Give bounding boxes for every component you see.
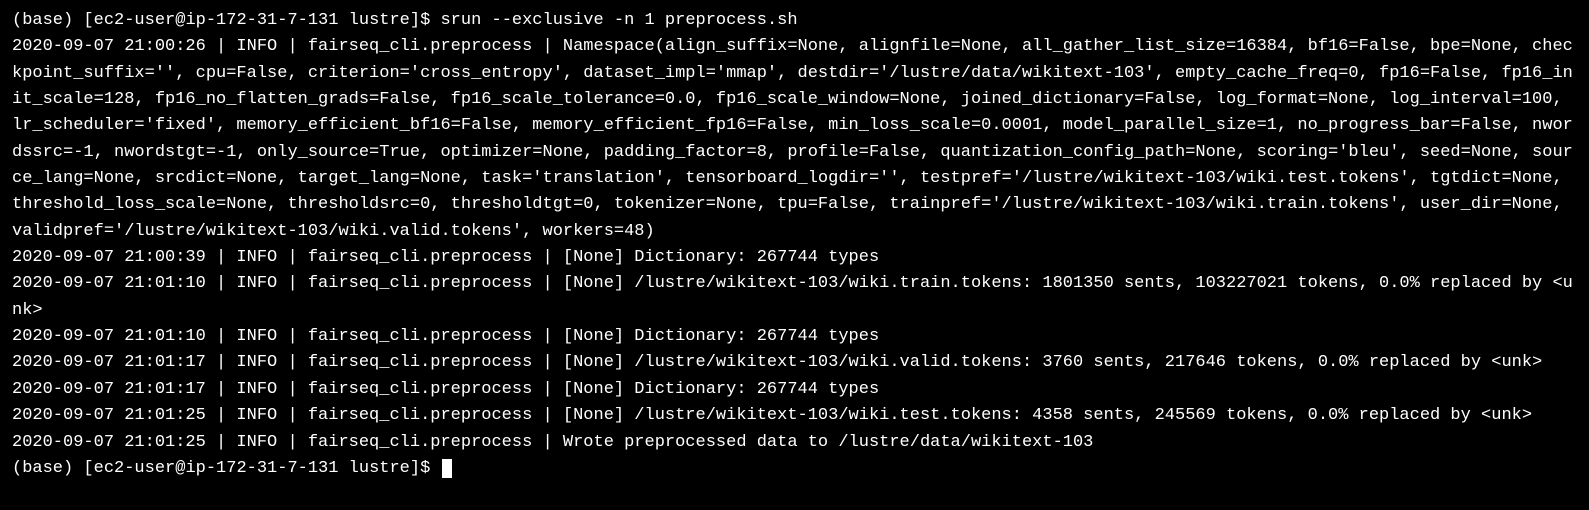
prompt-user-host: [ec2-user@ip-172-31-7-131 lustre]$ [83,459,430,478]
log-line: 2020-09-07 21:01:17 | INFO | fairseq_cli… [12,380,879,399]
prompt-user-host: [ec2-user@ip-172-31-7-131 lustre]$ [83,11,430,30]
log-line: 2020-09-07 21:01:10 | INFO | fairseq_cli… [12,327,879,346]
log-line: 2020-09-07 21:00:39 | INFO | fairseq_cli… [12,248,879,267]
log-line: 2020-09-07 21:01:25 | INFO | fairseq_cli… [12,406,1532,425]
log-line: 2020-09-07 21:01:25 | INFO | fairseq_cli… [12,433,1093,452]
log-line: 2020-09-07 21:01:10 | INFO | fairseq_cli… [12,274,1573,319]
prompt-env: (base) [12,11,73,30]
log-line: 2020-09-07 21:00:26 | INFO | fairseq_cli… [12,37,1573,240]
prompt-env: (base) [12,459,73,478]
terminal-output[interactable]: (base) [ec2-user@ip-172-31-7-131 lustre]… [0,0,1589,490]
prompt-line-1: (base) [ec2-user@ip-172-31-7-131 lustre]… [12,11,798,30]
log-line: 2020-09-07 21:01:17 | INFO | fairseq_cli… [12,353,1542,372]
cursor-icon [442,459,452,478]
prompt-command: srun --exclusive -n 1 preprocess.sh [440,11,797,30]
prompt-line-2: (base) [ec2-user@ip-172-31-7-131 lustre]… [12,459,452,478]
